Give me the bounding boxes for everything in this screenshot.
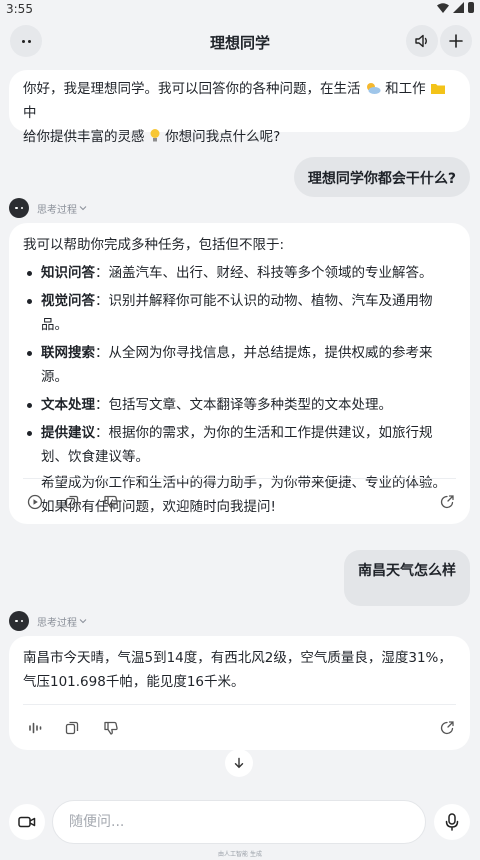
- arrow-down-icon: [234, 757, 244, 769]
- item-text: ：涵盖汽车、出行、财经、科技等多个领域的专业解答。: [95, 265, 433, 281]
- lightbulb-emoji-icon: [150, 129, 160, 142]
- ai-disclaimer: 由人工智能 生成: [218, 851, 262, 858]
- item-text: ：从全网为你寻找信息，并总结提炼，提供权威的参考来源。: [41, 345, 433, 385]
- greeting-text: 和工作: [385, 81, 426, 97]
- share-icon: [440, 721, 454, 735]
- copy-icon: [65, 495, 79, 509]
- thinking-process-toggle[interactable]: 思考过程: [9, 611, 87, 631]
- folder-emoji-icon: [430, 84, 445, 94]
- answer-actions: [9, 705, 470, 751]
- copy-button[interactable]: [62, 492, 82, 512]
- thinking-label: 思考过程: [37, 204, 77, 216]
- greeting-text: 中: [23, 105, 37, 121]
- item-text: ：识别并解释你可能不认识的动物、植物、汽车及通用物品。: [41, 293, 433, 333]
- battery-icon: [468, 2, 474, 13]
- copy-button[interactable]: [62, 718, 82, 738]
- thumbs-down-icon: [104, 721, 118, 735]
- wifi-icon: [437, 2, 449, 13]
- answer-intro: 我可以帮助你完成多种任务，包括但不限于:: [23, 237, 285, 253]
- dislike-button[interactable]: [101, 492, 121, 512]
- thinking-process-toggle[interactable]: 思考过程: [9, 198, 87, 218]
- share-button[interactable]: [437, 492, 457, 512]
- user-message: 理想同学你都会干什么?: [293, 157, 470, 197]
- greeting-line-2: 给你提供丰富的灵感 你想问我点什么呢?: [23, 125, 456, 149]
- item-title: 联网搜索: [41, 345, 95, 361]
- item-text: ：根据你的需求，为你的生活和工作提供建议，如旅行规划、饮食建议等。: [41, 425, 433, 465]
- share-button[interactable]: [437, 718, 457, 738]
- scroll-to-bottom-button[interactable]: [225, 749, 253, 777]
- top-bar: 理想同学: [0, 22, 480, 62]
- chat-input[interactable]: 随便问...: [52, 800, 426, 844]
- answer-actions: [9, 479, 470, 525]
- assistant-avatar: [9, 611, 29, 631]
- weather-answer-text: 南昌市今天晴，气温5到14度，有西北风2级，空气质量良，湿度31%，气压101.…: [23, 650, 452, 690]
- user-message: 南昌天气怎么样: [344, 550, 470, 606]
- item-title: 知识问答: [41, 265, 95, 281]
- item-title: 提供建议: [41, 425, 95, 441]
- thumbs-down-icon: [104, 495, 118, 509]
- chevron-down-icon: [79, 619, 87, 624]
- microphone-icon: [445, 813, 459, 831]
- item-title: 文本处理: [41, 397, 95, 413]
- chevron-down-icon: [79, 206, 87, 211]
- status-bar: 3:55: [0, 0, 480, 18]
- video-camera-icon: [18, 816, 36, 828]
- greeting-line-1: 你好，我是理想同学。我可以回答你的各种问题，在生活 和工作 中: [23, 77, 456, 125]
- sound-wave-icon: [29, 722, 42, 734]
- list-item: 文本处理：包括写文章、文本翻译等多种类型的文本处理。: [23, 393, 456, 417]
- greeting-bubble: 你好，我是理想同学。我可以回答你的各种问题，在生活 和工作 中 给你提供丰富的灵…: [9, 70, 470, 145]
- thinking-label: 思考过程: [37, 617, 77, 629]
- speaker-button[interactable]: [406, 25, 438, 57]
- greeting-text: 给你提供丰富的灵感: [23, 129, 145, 145]
- sun-cloud-emoji-icon: [366, 83, 381, 94]
- new-chat-button[interactable]: [440, 25, 472, 57]
- clock: 3:55: [6, 2, 33, 16]
- microphone-button[interactable]: [434, 804, 470, 840]
- item-title: 视觉问答: [41, 293, 95, 309]
- list-item: 知识问答：涵盖汽车、出行、财经、科技等多个领域的专业解答。: [23, 261, 456, 285]
- status-icons: [437, 2, 474, 13]
- assistant-answer: 我可以帮助你完成多种任务，包括但不限于: 知识问答：涵盖汽车、出行、财经、科技等…: [9, 223, 470, 524]
- item-text: ：包括写文章、文本翻译等多种类型的文本处理。: [95, 397, 392, 413]
- copy-icon: [65, 721, 79, 735]
- share-icon: [440, 495, 454, 509]
- assistant-avatar: [9, 198, 29, 218]
- voice-wave-button[interactable]: [25, 718, 45, 738]
- signal-icon: [453, 2, 464, 13]
- camera-button[interactable]: [9, 804, 45, 840]
- speaker-icon: [415, 34, 427, 48]
- greeting-text: 你想问我点什么呢?: [165, 129, 281, 145]
- play-button[interactable]: [25, 492, 45, 512]
- list-item: 视觉问答：识别并解释你可能不认识的动物、植物、汽车及通用物品。: [23, 289, 456, 337]
- list-item: 联网搜索：从全网为你寻找信息，并总结提炼，提供权威的参考来源。: [23, 341, 456, 389]
- dislike-button[interactable]: [101, 718, 121, 738]
- assistant-answer: 南昌市今天晴，气温5到14度，有西北风2级，空气质量良，湿度31%，气压101.…: [9, 636, 470, 750]
- greeting-text: 你好，我是理想同学。我可以回答你的各种问题，在生活: [23, 81, 361, 97]
- play-icon: [27, 494, 43, 510]
- plus-icon: [449, 34, 463, 48]
